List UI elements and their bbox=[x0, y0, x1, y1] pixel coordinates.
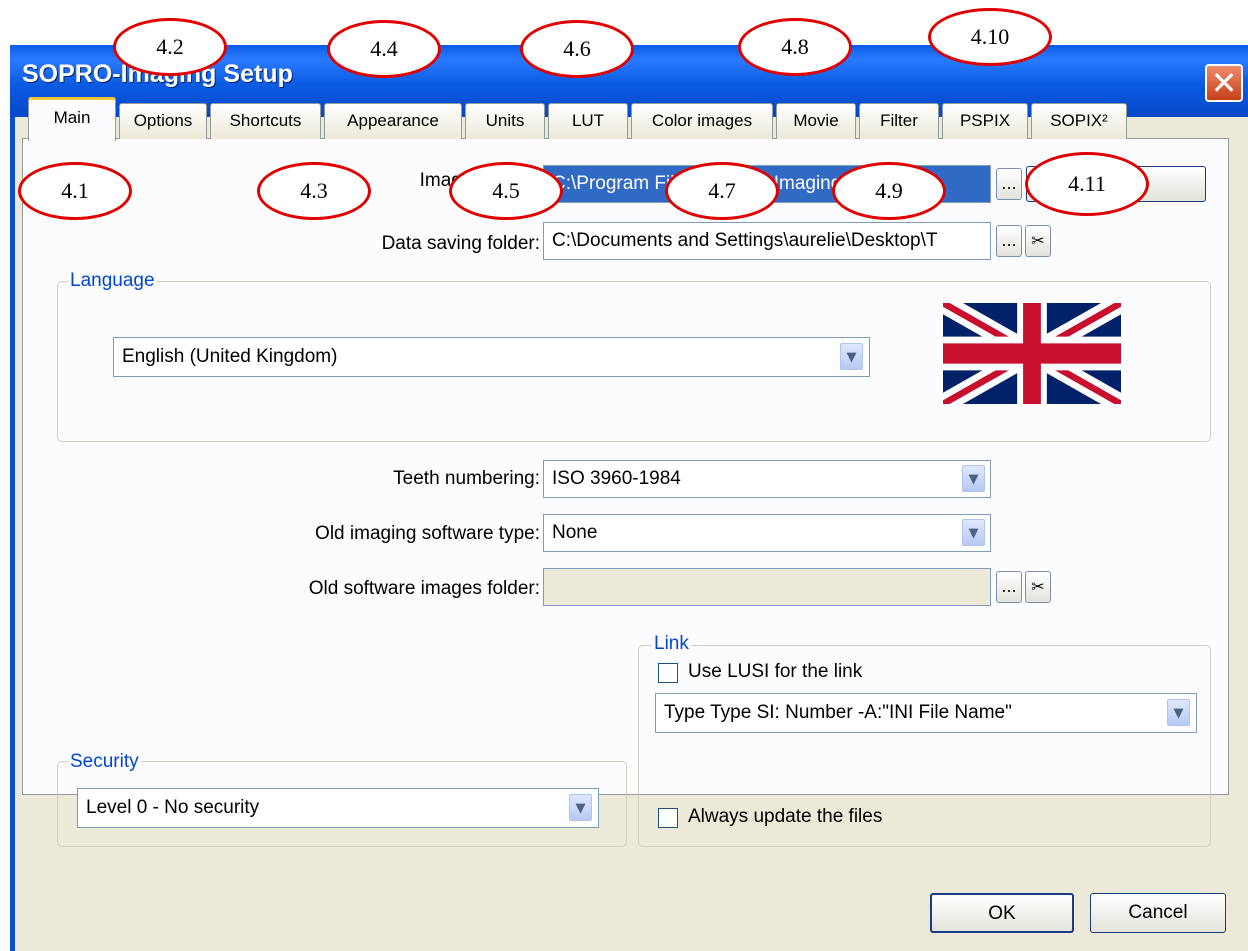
tab-units[interactable]: Units bbox=[465, 103, 545, 139]
teeth-dropdown-arrow[interactable]: ▼ bbox=[962, 465, 985, 492]
tab-color-images[interactable]: Color images bbox=[631, 103, 773, 139]
language-dropdown-arrow[interactable]: ▼ bbox=[840, 343, 863, 370]
close-window-button[interactable]: ✕ bbox=[1205, 64, 1243, 102]
data-folder-label: Data saving folder: bbox=[381, 233, 540, 254]
clear-data-folder-button[interactable]: ✂ bbox=[1025, 225, 1051, 257]
old-images-folder-label: Old software images folder: bbox=[308, 578, 540, 599]
tab-lut[interactable]: LUT bbox=[548, 103, 628, 139]
tab-shortcuts[interactable]: Shortcuts bbox=[210, 103, 321, 139]
link-legend: Link bbox=[652, 633, 691, 655]
callout-4-6: 4.6 bbox=[520, 20, 634, 78]
ok-button[interactable]: OK bbox=[930, 893, 1074, 933]
callout-4-7: 4.7 bbox=[665, 162, 779, 220]
old-images-folder-field[interactable] bbox=[543, 568, 991, 606]
callout-4-3: 4.3 bbox=[257, 162, 371, 220]
tab-movie[interactable]: Movie bbox=[776, 103, 856, 139]
security-dropdown-arrow[interactable]: ▼ bbox=[569, 794, 592, 821]
chevron-down-icon: ▼ bbox=[575, 801, 586, 816]
close-icon: ✕ bbox=[1210, 64, 1238, 102]
chevron-down-icon: ▼ bbox=[846, 350, 857, 365]
scissors-icon: ✂ bbox=[1031, 231, 1045, 250]
callout-4-1: 4.1 bbox=[18, 162, 132, 220]
always-update-checkbox[interactable] bbox=[658, 808, 678, 828]
chevron-down-icon: ▼ bbox=[1173, 706, 1184, 721]
old-software-type-label: Old imaging software type: bbox=[315, 523, 540, 544]
link-type-dropdown[interactable]: Type Type SI: Number -A:"INI File Name" bbox=[655, 693, 1197, 733]
security-legend: Security bbox=[68, 751, 141, 773]
security-dropdown[interactable]: Level 0 - No security bbox=[77, 788, 599, 828]
browse-images-button[interactable]: ... bbox=[996, 168, 1022, 200]
language-dropdown[interactable]: English (United Kingdom) bbox=[113, 337, 870, 377]
use-lusi-label: Use LUSI for the link bbox=[688, 661, 863, 682]
uk-flag-icon bbox=[939, 293, 1125, 414]
callout-4-8: 4.8 bbox=[738, 18, 852, 76]
callout-4-5: 4.5 bbox=[449, 162, 563, 220]
old-type-dropdown-arrow[interactable]: ▼ bbox=[962, 519, 985, 546]
data-folder-field[interactable]: C:\Documents and Settings\aurelie\Deskto… bbox=[543, 222, 991, 260]
use-lusi-checkbox[interactable] bbox=[658, 663, 678, 683]
language-legend: Language bbox=[68, 270, 157, 292]
callout-4-9: 4.9 bbox=[832, 162, 946, 220]
tab-pspix[interactable]: PSPIX bbox=[942, 103, 1028, 139]
cancel-button[interactable]: Cancel bbox=[1090, 893, 1226, 933]
old-software-type-dropdown[interactable]: None bbox=[543, 514, 991, 552]
callout-4-4: 4.4 bbox=[327, 20, 441, 78]
callout-4-2: 4.2 bbox=[113, 18, 227, 76]
teeth-numbering-dropdown[interactable]: ISO 3960-1984 bbox=[543, 460, 991, 498]
browse-data-button[interactable]: ... bbox=[996, 225, 1022, 257]
callout-4-11: 4.11 bbox=[1025, 152, 1149, 216]
tab-main[interactable]: Main bbox=[28, 97, 116, 141]
browse-old-folder-button[interactable]: ... bbox=[996, 571, 1022, 603]
chevron-down-icon: ▼ bbox=[968, 472, 979, 487]
tab-filter[interactable]: Filter bbox=[859, 103, 939, 139]
callout-4-10: 4.10 bbox=[928, 8, 1052, 66]
tab-sopix2[interactable]: SOPIX² bbox=[1031, 103, 1127, 139]
clear-old-folder-button[interactable]: ✂ bbox=[1025, 571, 1051, 603]
scissors-icon: ✂ bbox=[1031, 577, 1045, 596]
uk-flag bbox=[939, 293, 1125, 414]
always-update-label: Always update the files bbox=[688, 806, 883, 827]
link-type-dropdown-arrow[interactable]: ▼ bbox=[1167, 699, 1190, 726]
window-border bbox=[10, 117, 15, 951]
tab-options[interactable]: Options bbox=[119, 103, 207, 139]
chevron-down-icon: ▼ bbox=[968, 526, 979, 541]
teeth-numbering-label: Teeth numbering: bbox=[393, 468, 540, 489]
tab-appearance[interactable]: Appearance bbox=[324, 103, 462, 139]
